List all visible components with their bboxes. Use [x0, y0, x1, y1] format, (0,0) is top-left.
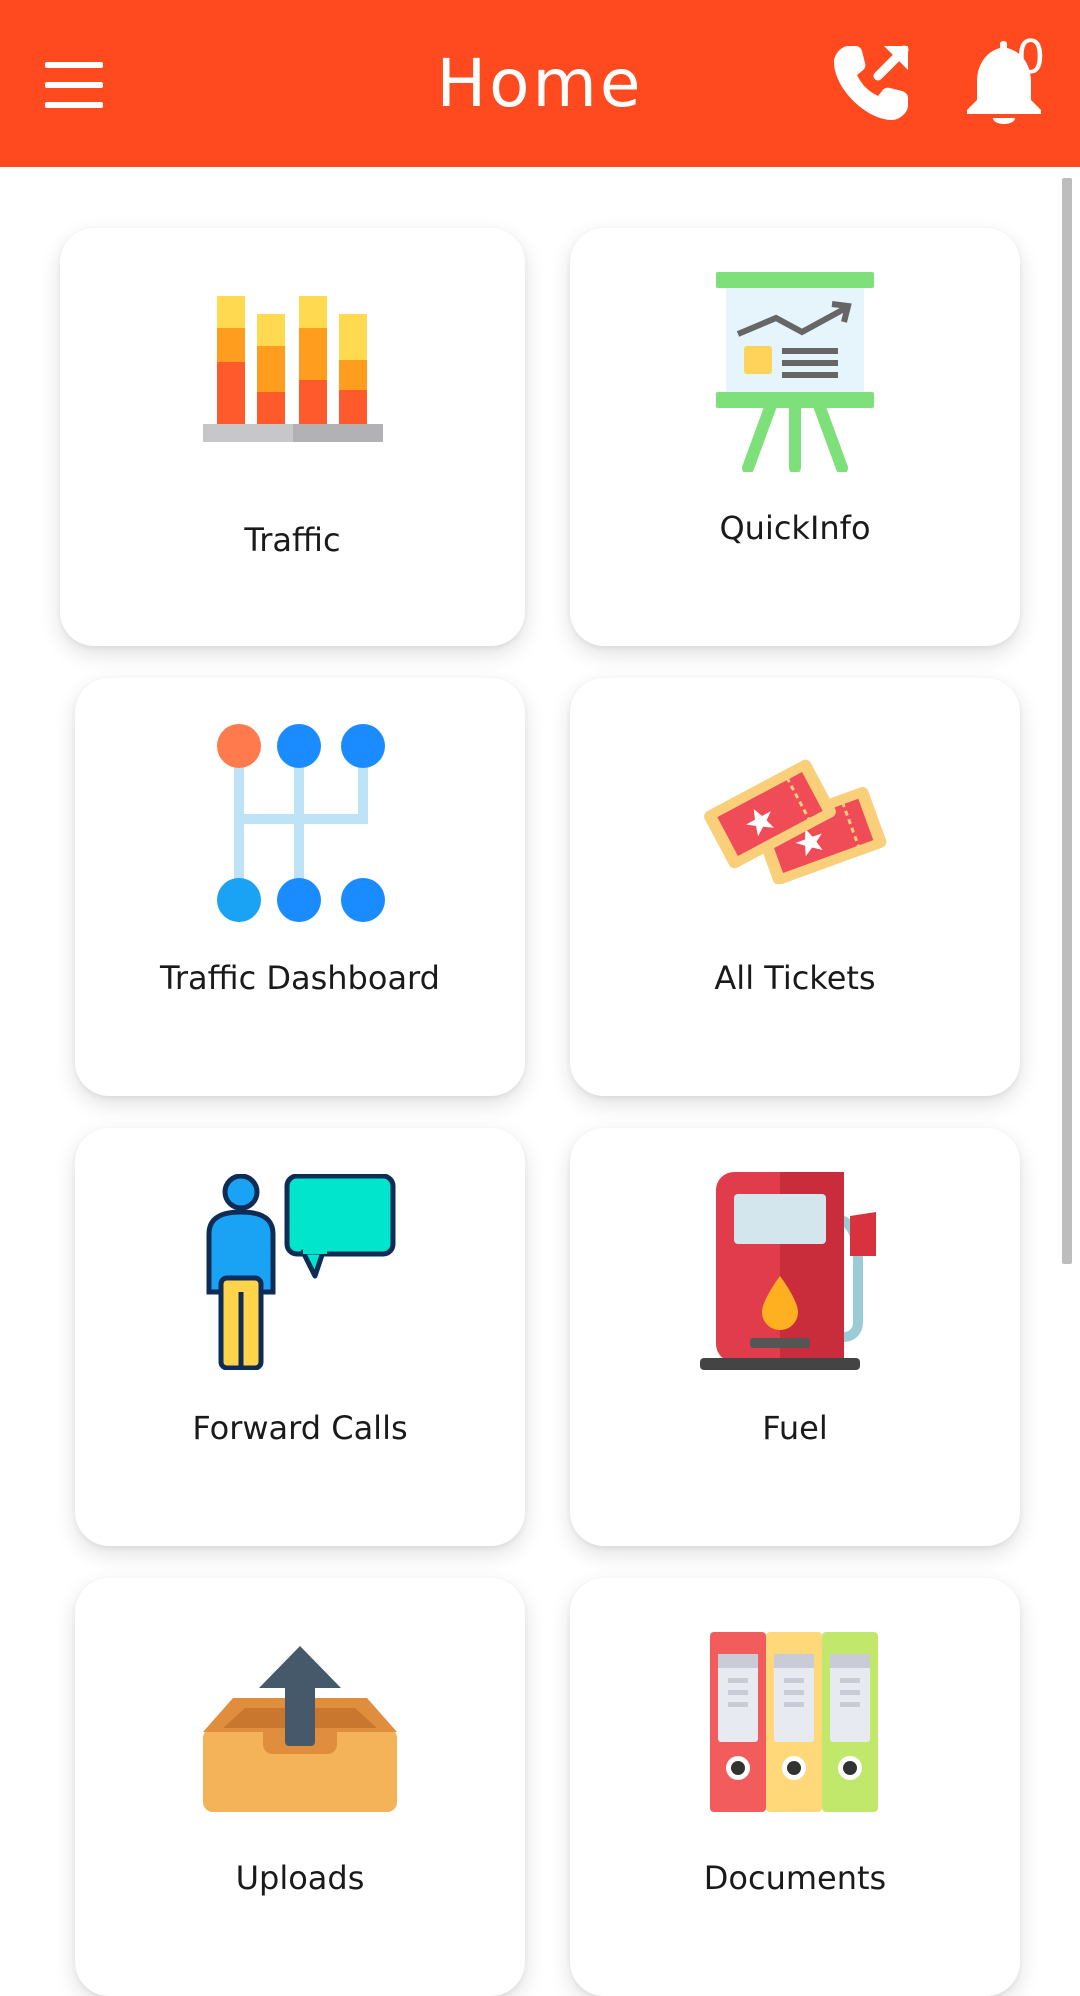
tile-quickinfo[interactable]: QuickInfo [570, 228, 1020, 646]
tile-label: Fuel [762, 1409, 828, 1447]
tile-documents[interactable]: Documents [570, 1578, 1020, 1996]
person-speech-icon [203, 1173, 397, 1371]
tickets-icon [700, 754, 890, 885]
upload-box-icon [203, 1632, 397, 1812]
tile-label: QuickInfo [719, 509, 871, 547]
tile-traffic-dashboard[interactable]: Traffic Dashboard [75, 678, 525, 1096]
tile-label: All Tickets [714, 959, 876, 997]
tile-traffic[interactable]: Traffic [60, 228, 525, 646]
tile-label: Forward Calls [192, 1409, 408, 1447]
bar-chart-icon [202, 296, 383, 446]
gear-shift-icon [210, 722, 390, 922]
tile-forward-calls[interactable]: Forward Calls [75, 1128, 525, 1546]
binders-icon [710, 1632, 880, 1812]
tile-all-tickets[interactable]: All Tickets [570, 678, 1020, 1096]
presentation-board-icon [710, 272, 880, 474]
fuel-pump-icon [700, 1172, 890, 1372]
tile-label: Traffic [244, 521, 341, 559]
tile-label: Uploads [235, 1859, 365, 1897]
tile-label: Traffic Dashboard [160, 959, 440, 997]
tile-label: Documents [703, 1859, 887, 1897]
home-tile-grid: Traffic QuickInfo Traffic Dashboard All … [0, 0, 1080, 1996]
tile-fuel[interactable]: Fuel [570, 1128, 1020, 1546]
tile-uploads[interactable]: Uploads [75, 1578, 525, 1996]
